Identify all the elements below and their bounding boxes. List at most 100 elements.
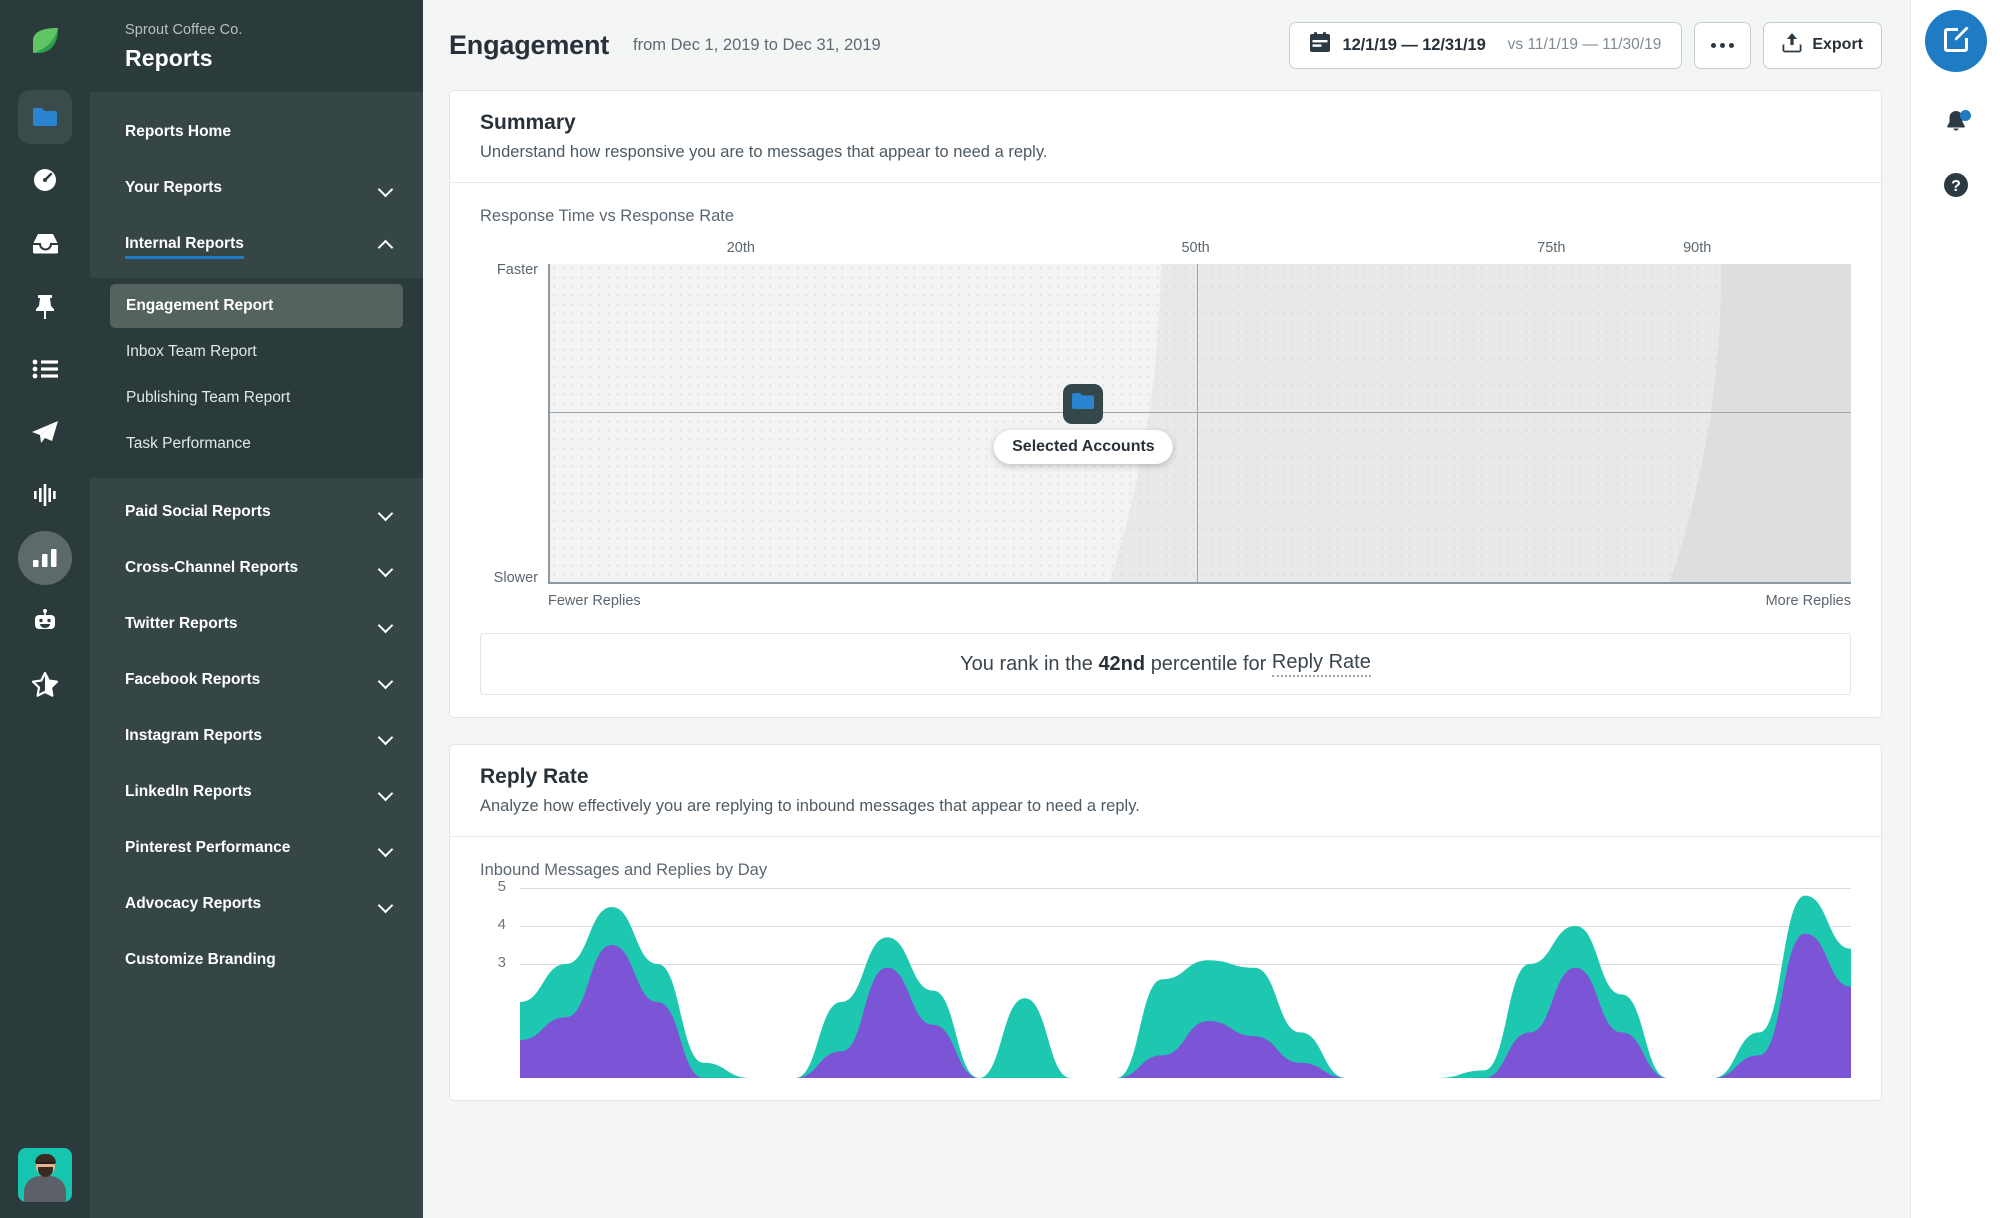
y-tick-4: 4: [497, 916, 506, 933]
date-range-value: 12/1/19 — 12/31/19: [1342, 35, 1486, 54]
pin-icon[interactable]: [18, 279, 72, 333]
percentile-rank-banner: You rank in the 42nd percentile for Repl…: [480, 633, 1851, 695]
sidebar-item-paid-social-reports[interactable]: Paid Social Reports: [90, 490, 423, 534]
chevron-down-icon: [379, 729, 393, 743]
listening-waveform-icon[interactable]: [18, 468, 72, 522]
sidebar-subnav: Engagement Report Inbox Team Report Publ…: [90, 278, 423, 478]
main-content: Engagement from Dec 1, 2019 to Dec 31, 2…: [423, 0, 1910, 1218]
folder-icon: [1072, 392, 1095, 415]
sidebar-item-customize-branding[interactable]: Customize Branding: [90, 938, 423, 982]
reply-rate-title: Reply Rate: [480, 765, 589, 788]
reply-rate-card-body: Inbound Messages and Replies by Day 5 4 …: [450, 837, 1881, 1100]
rank-value: 42nd: [1098, 652, 1146, 675]
dashboard-gauge-icon[interactable]: [18, 153, 72, 207]
area-series-paths: [520, 895, 1851, 1078]
quadrant-horizontal-line: [550, 411, 1851, 413]
right-utility-rail: ?: [1910, 0, 2000, 1218]
x-tick-20th: 20th: [726, 240, 755, 256]
x-tick-75th: 75th: [1537, 240, 1566, 256]
inbox-icon[interactable]: [18, 216, 72, 270]
chevron-down-icon: [379, 785, 393, 799]
x-label-fewer-replies: Fewer Replies: [548, 593, 641, 609]
summary-card: Summary Understand how responsive you ar…: [449, 90, 1882, 718]
summary-title: Summary: [480, 111, 576, 134]
sidebar-item-linkedin-reports[interactable]: LinkedIn Reports: [90, 770, 423, 814]
help-icon: ?: [1943, 172, 1969, 203]
sidebar-item-twitter-reports[interactable]: Twitter Reports: [90, 602, 423, 646]
sidebar-subitem-label: Publishing Team Report: [126, 389, 291, 406]
sidebar-item-reports-home[interactable]: Reports Home: [90, 110, 423, 154]
area-plot-region: [520, 888, 1851, 1078]
folder-icon[interactable]: [18, 90, 72, 144]
sidebar-item-task-performance[interactable]: Task Performance: [110, 422, 403, 466]
summary-description: Understand how responsive you are to mes…: [480, 143, 1048, 161]
export-upload-icon: [1782, 32, 1802, 58]
sidebar-item-label: Internal Reports: [125, 235, 244, 259]
sidebar-item-internal-reports[interactable]: Internal Reports: [90, 222, 423, 266]
sidebar-item-inbox-team-report[interactable]: Inbox Team Report: [110, 330, 403, 374]
chevron-down-icon: [379, 181, 393, 195]
sidebar-item-label: Reports Home: [125, 123, 231, 140]
y-tick-3: 3: [497, 954, 506, 971]
bar-chart-icon[interactable]: [18, 531, 72, 585]
export-button[interactable]: Export: [1763, 21, 1882, 69]
sidebar-item-engagement-report[interactable]: Engagement Report: [110, 284, 403, 328]
summary-card-header: Summary Understand how responsive you ar…: [450, 91, 1881, 183]
page-title: Engagement: [449, 29, 610, 60]
help-button[interactable]: ?: [1929, 160, 1983, 214]
sidebar-item-advocacy-reports[interactable]: Advocacy Reports: [90, 882, 423, 926]
y-tick-5: 5: [497, 878, 506, 895]
more-options-button[interactable]: [1694, 21, 1752, 69]
percentile-axis-ticks: 20th 50th 75th 90th: [548, 234, 1851, 264]
bot-icon[interactable]: [18, 594, 72, 648]
sidebar-item-pinterest-performance[interactable]: Pinterest Performance: [90, 826, 423, 870]
list-icon[interactable]: [18, 342, 72, 396]
rank-metric-link[interactable]: Reply Rate: [1271, 651, 1371, 677]
user-avatar[interactable]: [18, 1148, 72, 1202]
rank-prefix: You rank in the: [960, 652, 1093, 675]
page-toolbar: Engagement from Dec 1, 2019 to Dec 31, 2…: [423, 0, 1910, 90]
chevron-down-icon: [379, 617, 393, 631]
selected-accounts-tooltip: Selected Accounts: [994, 429, 1173, 464]
paper-plane-icon[interactable]: [18, 405, 72, 459]
chevron-down-icon: [379, 673, 393, 687]
sidebar-item-cross-channel-reports[interactable]: Cross-Channel Reports: [90, 546, 423, 590]
ellipsis-icon: [1711, 42, 1735, 48]
scatter-chart-title: Response Time vs Response Rate: [480, 207, 735, 225]
report-scroll-area[interactable]: Summary Understand how responsive you ar…: [423, 90, 1910, 1218]
selected-accounts-marker[interactable]: [1063, 383, 1104, 424]
sidebar-item-your-reports[interactable]: Your Reports: [90, 166, 423, 210]
sidebar-header: Sprout Coffee Co. Reports: [90, 0, 423, 92]
sidebar-item-instagram-reports[interactable]: Instagram Reports: [90, 714, 423, 758]
svg-text:?: ?: [1951, 178, 1961, 195]
sidebar-title: Reports: [125, 45, 213, 71]
scatter-plot-area[interactable]: Selected Accounts: [548, 264, 1851, 584]
sidebar-item-label: Instagram Reports: [125, 727, 262, 744]
y-label-faster: Faster: [496, 262, 538, 278]
chevron-down-icon: [379, 841, 393, 855]
x-label-more-replies: More Replies: [1765, 593, 1851, 609]
sidebar-item-publishing-team-report[interactable]: Publishing Team Report: [110, 376, 403, 420]
sidebar-item-label: Facebook Reports: [125, 671, 261, 688]
chevron-down-icon: [379, 897, 393, 911]
dot-grid-pattern: [550, 264, 1851, 582]
chevron-down-icon: [379, 561, 393, 575]
sprout-leaf-logo[interactable]: [0, 0, 90, 90]
inbound-replies-area-chart[interactable]: 5 4 3: [480, 878, 1851, 1078]
reply-rate-card: Reply Rate Analyze how effectively you a…: [449, 744, 1882, 1101]
sidebar-subitem-label: Task Performance: [126, 435, 251, 452]
area-chart-title: Inbound Messages and Replies by Day: [480, 861, 768, 879]
compose-button[interactable]: [1924, 10, 1987, 72]
star-icon[interactable]: [18, 657, 72, 711]
date-range-picker[interactable]: 12/1/19 — 12/31/19 vs 11/1/19 — 11/30/19: [1288, 21, 1683, 69]
sidebar-subitem-label: Engagement Report: [126, 297, 274, 314]
percentile-scatter-chart: 20th 50th 75th 90th Faster Slower Select…: [480, 234, 1851, 609]
sidebar-item-label: Cross-Channel Reports: [125, 559, 299, 576]
sidebar-item-label: Twitter Reports: [125, 615, 238, 632]
x-tick-50th: 50th: [1181, 240, 1210, 256]
sidebar-item-label: Your Reports: [125, 179, 223, 196]
reply-rate-card-header: Reply Rate Analyze how effectively you a…: [450, 745, 1881, 837]
sidebar-item-facebook-reports[interactable]: Facebook Reports: [90, 658, 423, 702]
notification-badge: [1959, 110, 1971, 121]
notifications-button[interactable]: [1929, 98, 1983, 152]
